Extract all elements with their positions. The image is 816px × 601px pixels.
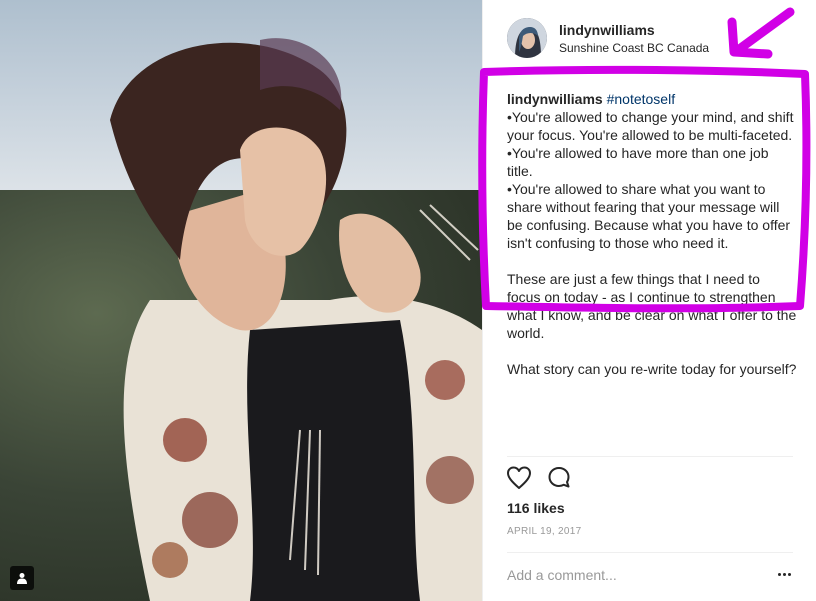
caption-body: •You're allowed to change your mind, and… — [507, 109, 797, 377]
post-date[interactable]: APRIL 19, 2017 — [507, 526, 581, 537]
user-tag-icon[interactable] — [10, 566, 34, 590]
more-options-icon[interactable] — [771, 562, 797, 586]
post-side-panel: lindynwilliams Sunshine Coast BC Canada … — [482, 0, 816, 601]
post-photo[interactable] — [0, 0, 482, 601]
comment-input[interactable] — [505, 562, 759, 588]
divider — [507, 456, 793, 457]
divider — [507, 552, 793, 553]
post-header: lindynwilliams Sunshine Coast BC Canada — [483, 0, 816, 78]
post-username[interactable]: lindynwilliams — [559, 22, 655, 38]
caption-hashtag[interactable]: #notetoself — [607, 91, 676, 107]
comment-bubble-icon[interactable] — [545, 464, 573, 492]
post-caption: lindynwilliams #notetoself •You're allow… — [507, 90, 797, 378]
like-count[interactable]: 116 likes — [507, 500, 565, 516]
avatar[interactable] — [507, 18, 547, 58]
caption-author[interactable]: lindynwilliams — [507, 91, 603, 107]
post-location[interactable]: Sunshine Coast BC Canada — [559, 41, 709, 55]
photo-subject-illustration — [110, 38, 482, 601]
heart-icon[interactable] — [505, 464, 533, 492]
